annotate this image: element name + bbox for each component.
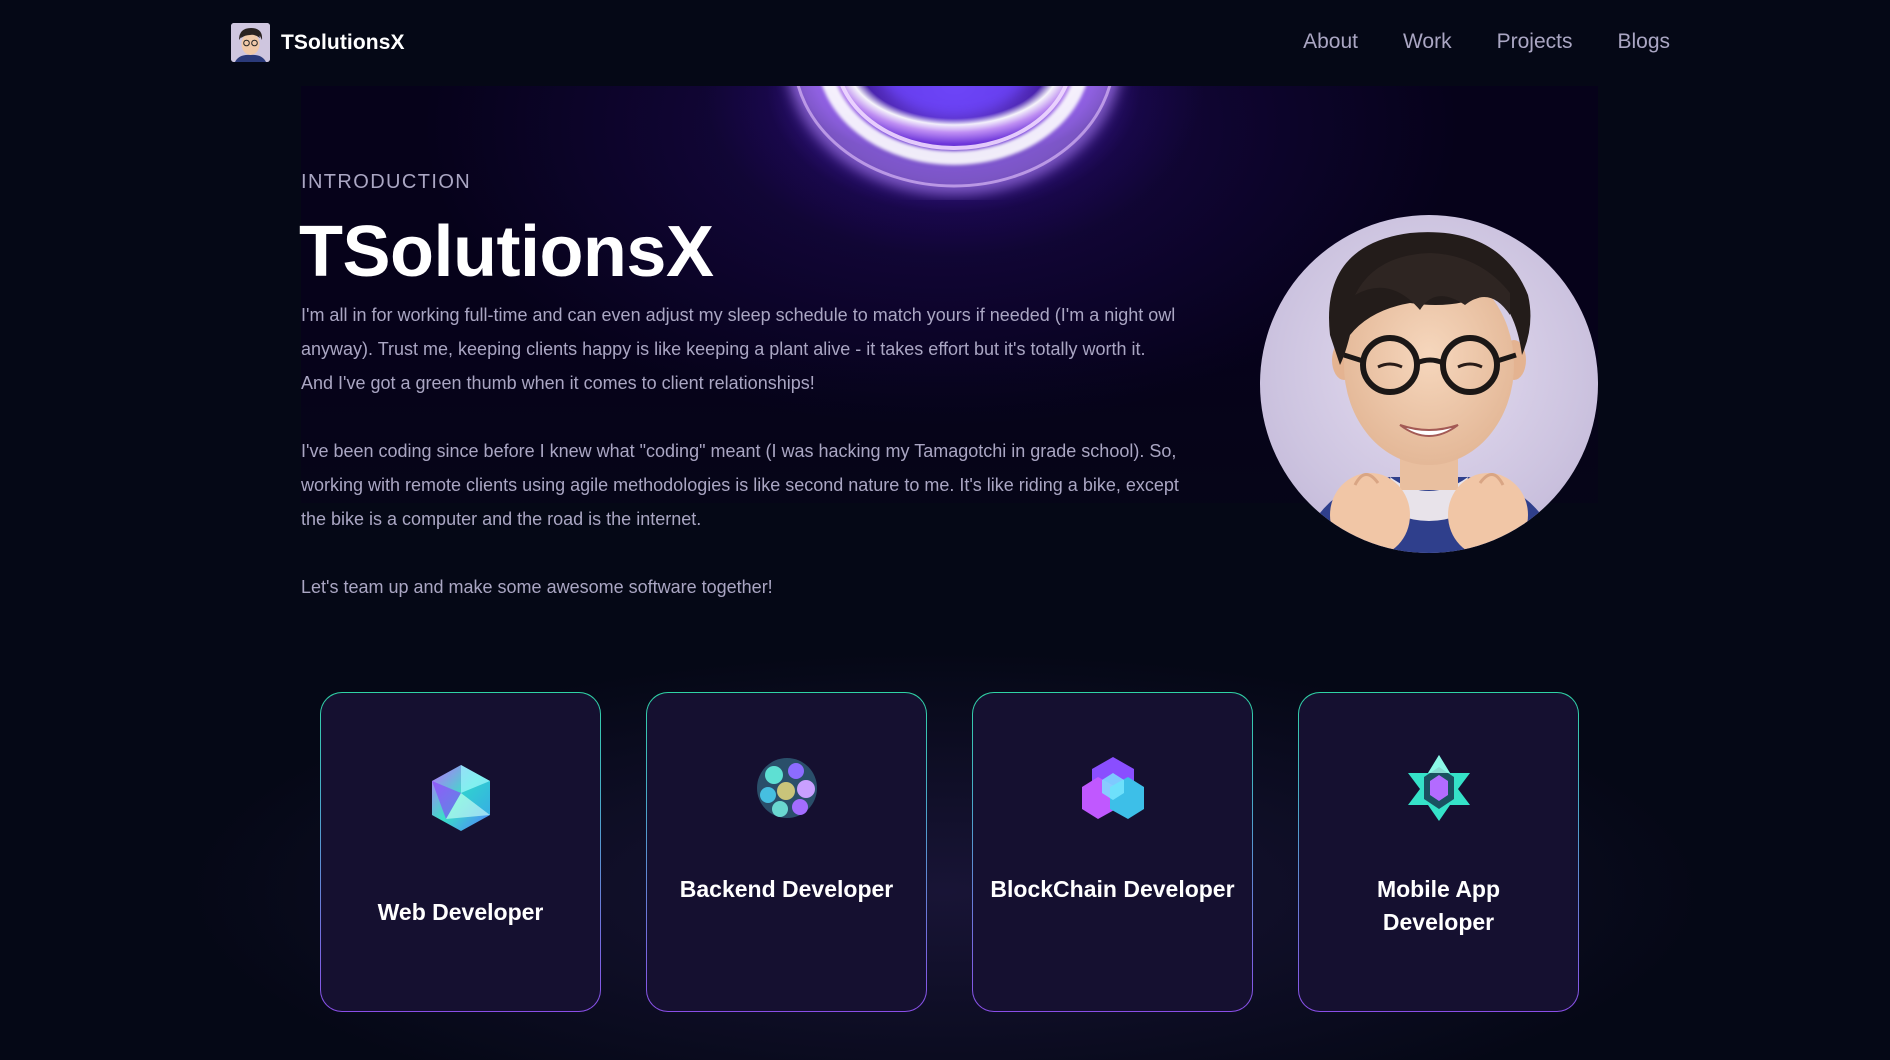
brand-name: TSolutionsX [281,30,405,54]
bio-paragraph: I'm all in for working full-time and can… [301,305,1176,393]
service-title: Web Developer [377,899,544,925]
service-card-blockchain: BlockChain Developer [972,692,1253,1012]
service-card-mobile: Mobile App Developer [1298,692,1579,1012]
hero-title: TSolutionsX [299,212,714,292]
cube-star-icon [1407,755,1470,821]
navbar: TSolutionsX About Work Projects Blogs [0,0,1890,86]
nav-link-projects[interactable]: Projects [1497,30,1573,54]
brand-avatar [231,23,270,62]
icosahedron-icon [431,765,490,831]
bio-paragraph: Let's team up and make some awesome soft… [301,577,773,597]
bio: I'm all in for working full-time and can… [301,298,1181,638]
intro-label: INTRODUCTION [301,171,472,193]
service-title: BlockChain Developer [990,876,1235,902]
brand-link[interactable]: TSolutionsX [231,23,405,62]
nav-links: About Work Projects Blogs [1303,30,1670,54]
service-card-web: Web Developer [320,692,601,1012]
service-title: Backend Developer [679,876,894,902]
hexagon-cluster-icon [1081,757,1144,819]
service-card-backend: Backend Developer [646,692,927,1012]
portrait-avatar [1260,215,1598,553]
nav-link-blogs[interactable]: Blogs [1617,30,1670,54]
nav-link-work[interactable]: Work [1403,30,1452,54]
sphere-cluster-icon [756,758,817,818]
bio-paragraph: I've been coding since before I knew wha… [301,441,1179,529]
service-title: Mobile App Developer [1376,876,1501,935]
nav-link-about[interactable]: About [1303,30,1358,54]
